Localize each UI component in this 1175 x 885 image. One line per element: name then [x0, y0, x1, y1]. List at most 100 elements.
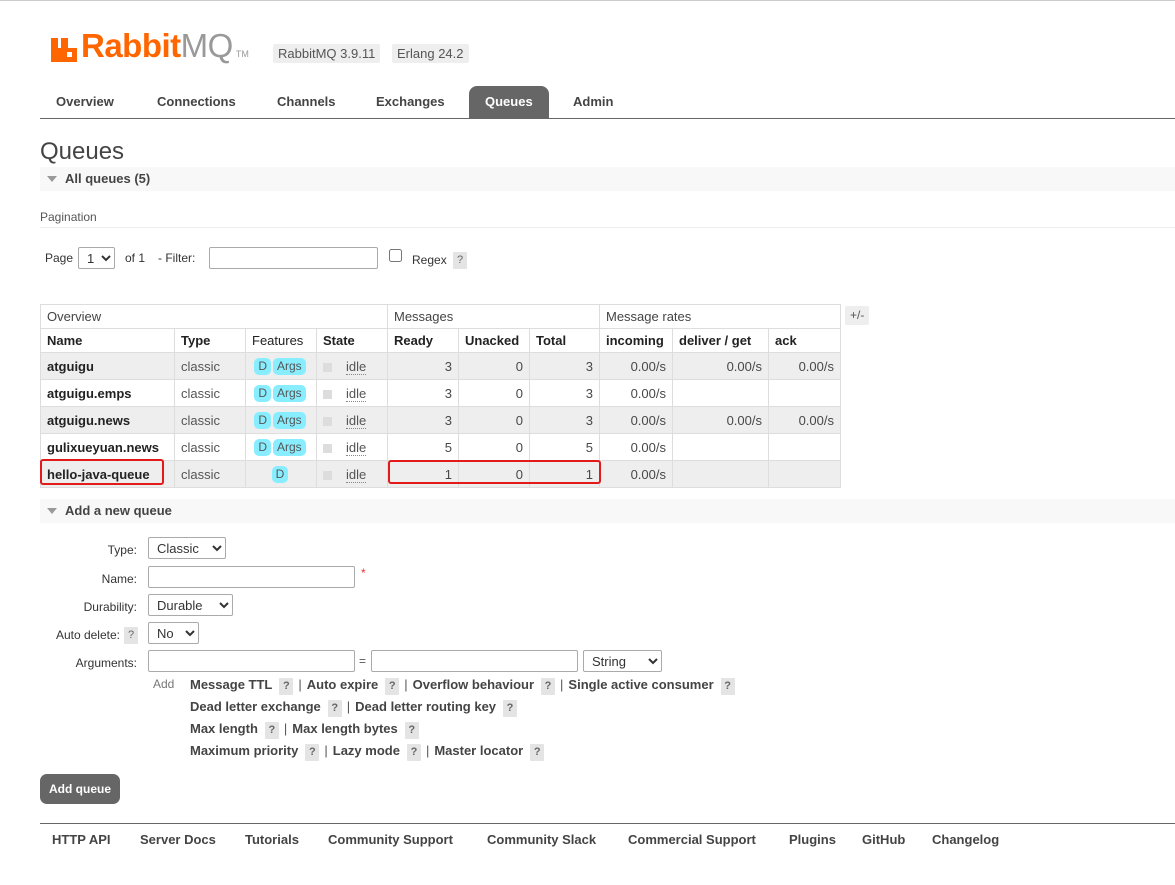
footer-link-http-api[interactable]: HTTP API: [52, 824, 111, 856]
col-deliver-get[interactable]: deliver / get: [672, 328, 769, 353]
queue-name-link[interactable]: hello-java-queue: [40, 460, 175, 488]
ready-count: 3: [387, 379, 459, 407]
master-locator-help-icon[interactable]: ?: [530, 744, 545, 761]
footer-link-community-support[interactable]: Community Support: [328, 824, 453, 856]
col-incoming[interactable]: incoming: [599, 328, 673, 353]
arg-overflow-behaviour[interactable]: Overflow behaviour: [413, 677, 534, 692]
single-active-consumer-help-icon[interactable]: ?: [720, 678, 735, 695]
arg-single-active-consumer[interactable]: Single active consumer: [568, 677, 713, 692]
tab-admin[interactable]: Admin: [557, 86, 629, 118]
durability-select[interactable]: Durable: [148, 594, 233, 616]
separator: |: [283, 721, 288, 736]
durability-label: Durability:: [83, 600, 137, 614]
feature-durable-badge[interactable]: D: [254, 438, 271, 456]
erlang-version-badge: Erlang 24.2: [392, 44, 469, 63]
queue-features: D Args: [245, 433, 317, 461]
max-length-bytes-help-icon[interactable]: ?: [404, 722, 419, 739]
footer-link-commercial-support[interactable]: Commercial Support: [628, 824, 756, 856]
auto-delete-select[interactable]: No: [148, 622, 199, 644]
regex-checkbox[interactable]: [389, 249, 402, 262]
filter-input[interactable]: [209, 247, 378, 269]
all-queues-title: All queues (5): [65, 171, 151, 186]
collapse-triangle-icon: [47, 508, 57, 514]
lazy-mode-help-icon[interactable]: ?: [406, 744, 421, 761]
arg-max-length[interactable]: Max length: [190, 721, 258, 736]
queue-name-link[interactable]: atguigu.emps: [40, 379, 175, 407]
queue-name-input[interactable]: [148, 566, 355, 588]
argument-value-input[interactable]: [371, 650, 578, 672]
table-row: atguigu.emps classic D Args idle 3 0 3 0.…: [40, 379, 841, 407]
queue-type-select[interactable]: Classic: [148, 537, 226, 559]
rabbitmq-logo[interactable]: RabbitMQ TM: [51, 26, 249, 62]
col-total[interactable]: Total: [529, 328, 600, 353]
feature-durable-badge[interactable]: D: [254, 411, 271, 429]
auto-delete-help-icon[interactable]: ?: [124, 627, 138, 644]
table-row: atguigu classic D Args idle 3 0 3 0.00/s …: [40, 352, 841, 380]
add-queue-title: Add a new queue: [65, 503, 172, 518]
add-queue-section-toggle[interactable]: Add a new queue: [40, 499, 1175, 523]
regex-help-icon[interactable]: ?: [453, 252, 467, 269]
col-features[interactable]: Features: [245, 328, 317, 353]
argument-key-input[interactable]: [148, 650, 355, 672]
tab-channels[interactable]: Channels: [261, 86, 352, 118]
queue-name-link[interactable]: atguigu.news: [40, 406, 175, 434]
queue-features: D Args: [245, 406, 317, 434]
argument-shortcuts-row: Max length? | Max length bytes?: [190, 721, 419, 739]
queue-name-link[interactable]: atguigu: [40, 352, 175, 380]
main-menu: Overview Connections Channels Exchanges …: [40, 86, 1175, 119]
col-unacked[interactable]: Unacked: [458, 328, 530, 353]
unacked-count: 0: [458, 352, 530, 380]
tab-exchanges[interactable]: Exchanges: [360, 86, 461, 118]
arg-max-length-bytes[interactable]: Max length bytes: [292, 721, 397, 736]
separator: |: [425, 743, 430, 758]
col-state[interactable]: State: [316, 328, 388, 353]
feature-durable-badge[interactable]: D: [271, 465, 289, 483]
incoming-rate: 0.00/s: [599, 406, 673, 434]
tab-queues[interactable]: Queues: [469, 86, 549, 118]
message-ttl-help-icon[interactable]: ?: [279, 678, 294, 695]
footer-link-server-docs[interactable]: Server Docs: [140, 824, 216, 856]
feature-args-badge[interactable]: Args: [272, 411, 306, 429]
separator: |: [324, 743, 328, 758]
arg-dead-letter-routing-key[interactable]: Dead letter routing key: [355, 699, 496, 714]
dead-letter-routing-key-help-icon[interactable]: ?: [503, 700, 518, 717]
feature-args-badge[interactable]: Args: [272, 357, 306, 375]
page-select[interactable]: 1: [78, 247, 115, 269]
arg-lazy-mode[interactable]: Lazy mode: [333, 743, 400, 758]
overflow-behaviour-help-icon[interactable]: ?: [541, 678, 556, 695]
arg-message-ttl[interactable]: Message TTL: [190, 677, 272, 692]
col-name[interactable]: Name: [40, 328, 175, 353]
incoming-rate: 0.00/s: [599, 433, 673, 461]
column-toggle-button[interactable]: +/-: [845, 306, 870, 325]
footer-link-tutorials[interactable]: Tutorials: [245, 824, 299, 856]
arg-auto-expire[interactable]: Auto expire: [307, 677, 379, 692]
footer-link-github[interactable]: GitHub: [862, 824, 905, 856]
tab-connections[interactable]: Connections: [141, 86, 252, 118]
feature-args-badge[interactable]: Args: [272, 438, 306, 456]
footer-link-plugins[interactable]: Plugins: [789, 824, 836, 856]
col-type[interactable]: Type: [174, 328, 246, 353]
state-idle: idle: [346, 466, 367, 483]
argument-type-select[interactable]: String: [583, 650, 662, 672]
max-length-help-icon[interactable]: ?: [264, 722, 279, 739]
all-queues-section-toggle[interactable]: All queues (5): [40, 167, 1175, 191]
auto-expire-help-icon[interactable]: ?: [385, 678, 400, 695]
auto-delete-label: Auto delete:: [55, 628, 120, 642]
dead-letter-exchange-help-icon[interactable]: ?: [327, 700, 342, 717]
col-ack[interactable]: ack: [768, 328, 841, 353]
state-idle: idle: [346, 385, 367, 402]
maximum-priority-help-icon[interactable]: ?: [305, 744, 320, 761]
col-ready[interactable]: Ready: [387, 328, 459, 353]
feature-durable-badge[interactable]: D: [254, 384, 271, 402]
arg-maximum-priority[interactable]: Maximum priority: [190, 743, 298, 758]
footer-link-changelog[interactable]: Changelog: [932, 824, 999, 856]
arg-master-locator[interactable]: Master locator: [434, 743, 523, 758]
feature-durable-badge[interactable]: D: [254, 357, 271, 375]
queue-name-link[interactable]: gulixueyuan.news: [40, 433, 175, 461]
queue-features: D Args: [245, 379, 317, 407]
footer-link-community-slack[interactable]: Community Slack: [487, 824, 596, 856]
feature-args-badge[interactable]: Args: [272, 384, 306, 402]
tab-overview[interactable]: Overview: [40, 86, 130, 118]
add-queue-button[interactable]: Add queue: [40, 774, 120, 804]
arg-dead-letter-exchange[interactable]: Dead letter exchange: [190, 699, 321, 714]
